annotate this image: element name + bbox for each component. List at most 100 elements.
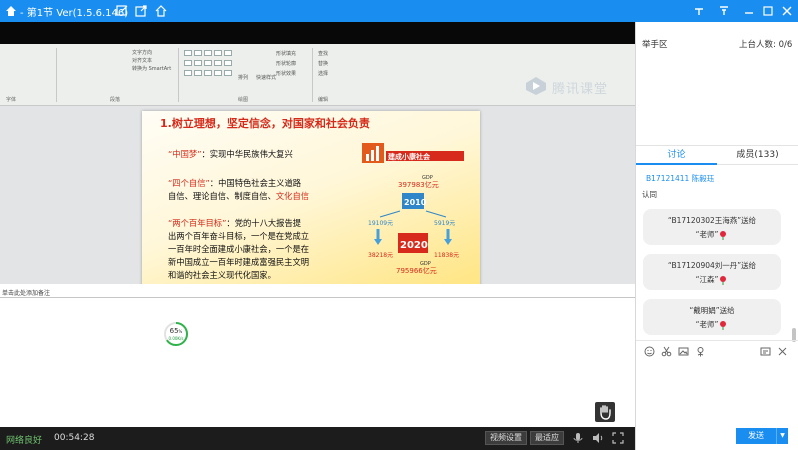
chat-input[interactable] [636,362,798,428]
fullscreen-icon[interactable] [612,432,624,444]
home-icon[interactable] [154,4,168,18]
ribbon-label: 排列 [238,75,249,81]
stage-top-bar [0,22,635,44]
scissors-icon[interactable] [661,346,672,357]
year-2020: 2020 [400,240,428,251]
notes-placeholder[interactable]: 单击此处添加备注 [2,288,50,297]
screen-share-stage: 文字方向 对齐文本 转换为 SmartArt 字体 段落 绘图 排列 快速样式 … [0,22,635,427]
edit-icon[interactable] [115,4,129,18]
ribbon-label: 替换 [318,61,329,67]
pin-icon [695,8,703,15]
gdp-value: 795966亿元 [396,266,437,275]
raise-hand-button[interactable] [595,402,615,422]
speaker-icon[interactable] [592,432,604,444]
brand-name: 腾讯课堂 [552,82,609,97]
topmost-icon [720,6,728,15]
shape-cell [194,60,202,66]
shape-cell [194,70,202,76]
video-settings-button[interactable]: 视频设置 [485,431,527,445]
ribbon-separator [56,48,57,102]
slide-paragraph-2: “四个自信”：中国特色社会主义道路 自信、理论自信、制度自信、文化自信 [168,177,368,203]
send-label: 发送 [748,431,764,440]
side-tabs: 讨论 成员(133) [636,145,798,165]
gift-line-2: “江森” [643,274,781,285]
share-icon[interactable] [134,4,148,18]
paragraph-text: 和谐的社会主义现代化国家。 [168,270,276,280]
ribbon-group-label: 段落 [110,97,121,103]
gift-line-2: “老师” [643,229,781,240]
maximize-icon [763,6,773,16]
income-right-2020: 11838元 [434,252,459,259]
home-logo-icon[interactable] [5,5,17,17]
paragraph-text: ：实现中华民族伟大复兴 [201,149,293,159]
notes-area: 单击此处添加备注 65% 0.00K/s [0,284,635,427]
tab-discussion[interactable]: 讨论 [636,146,717,165]
network-speed: 0.00K/s [168,336,184,341]
gift-line-2: “老师” [643,319,781,330]
hand-raise-area-label: 举手区 [642,40,668,50]
gift-message: “B17120302王海燕”送给 “老师” [643,209,781,245]
image-icon[interactable] [678,346,689,357]
banner-text: 建成小康社会 [388,152,431,161]
shape-cell [224,70,232,76]
slide-paragraph-3: “两个百年目标”：党的十八大报告提 出两个百年奋斗目标，一个是在党成立 一百年时… [168,217,368,282]
tab-members[interactable]: 成员(133) [717,146,798,165]
gdp-value: 397983亿元 [398,180,439,189]
divider [0,297,635,298]
chat-message: 认同 [642,190,657,199]
shape-cell [224,60,232,66]
gift-message: “B17120904刘一丹”送给 “江森” [643,254,781,290]
shape-cell [204,70,212,76]
shape-cell [184,60,192,66]
emoji-icon[interactable] [644,346,655,357]
ribbon-group-label: 绘图 [238,97,249,103]
shape-cell [214,50,222,56]
rose-icon [720,321,727,330]
topmost-button[interactable] [713,2,735,20]
highlight-text: “两个百年目标” [168,218,227,228]
branch-lines [379,210,447,218]
send-button[interactable]: 发送 ▼ [736,428,788,444]
shape-cell [204,60,212,66]
minimize-icon [745,12,753,14]
slide-area: 1.树立理想，坚定信念，对国家和社会负责 “中国梦”：实现中华民族伟大复兴 “四… [0,106,635,301]
flower-icon[interactable] [695,346,706,357]
close-button[interactable] [776,2,798,20]
ribbon-label: 对齐文本 [132,58,153,64]
fit-button[interactable]: 最适应 [530,431,564,445]
network-gauge: 65% 0.00K/s [163,321,189,347]
tencent-classroom-logo-icon [526,77,546,95]
hand-icon [600,405,611,420]
card-icon[interactable] [760,346,771,357]
highlight-text: 文化自信 [275,191,310,201]
ribbon-separator [312,48,313,102]
xiaokang-infographic: 建成小康社会 GDP 397983亿元 2010 19109元 5919元 20… [362,143,464,275]
expand-icon[interactable] [777,346,788,357]
shape-cell [184,70,192,76]
ribbon-label: 形状效果 [276,71,297,77]
pin-button[interactable] [688,2,710,20]
paragraph-text: 出两个百年奋斗目标，一个是在党成立 [168,231,310,241]
ribbon-group-label: 字体 [6,97,17,103]
send-dropdown-icon[interactable]: ▼ [776,428,788,444]
network-value: 65% [169,327,183,335]
ribbon-label: 选择 [318,71,329,77]
rose-icon [720,276,727,285]
tab-label: 成员(133) [736,150,779,160]
income-left-2010: 19109元 [368,220,393,227]
ribbon-label: 转换为 SmartArt [132,66,172,72]
slide-paragraph-1: “中国梦”：实现中华民族伟大复兴 [168,148,358,161]
side-panel: 举手区 上台人数: 0/6 讨论 成员(133) B17121411 陈毅珏 认… [635,22,798,450]
slide-title: 1.树立理想，坚定信念，对国家和社会负责 [160,117,370,130]
gift-line: “戴明娟”送给 [689,306,735,315]
shape-cell [184,50,192,56]
paragraph-text: ：中国特色社会主义道路 [209,178,302,188]
shape-cell [224,50,232,56]
chat-list[interactable]: B17121411 陈毅珏 认同 “B17120302王海燕”送给 “老师” “… [636,167,798,337]
chat-username[interactable]: B17121411 陈毅珏 [646,173,714,184]
microphone-icon[interactable] [572,432,584,444]
title-bar: - 第1节 Ver(1.5.6.146) [0,0,798,22]
app-window: - 第1节 Ver(1.5.6.146) 文字方向 对齐文本 转换为 Smart… [0,0,798,450]
shape-cell [194,50,202,56]
gift-message: “戴明娟”送给 “老师” [643,299,781,335]
